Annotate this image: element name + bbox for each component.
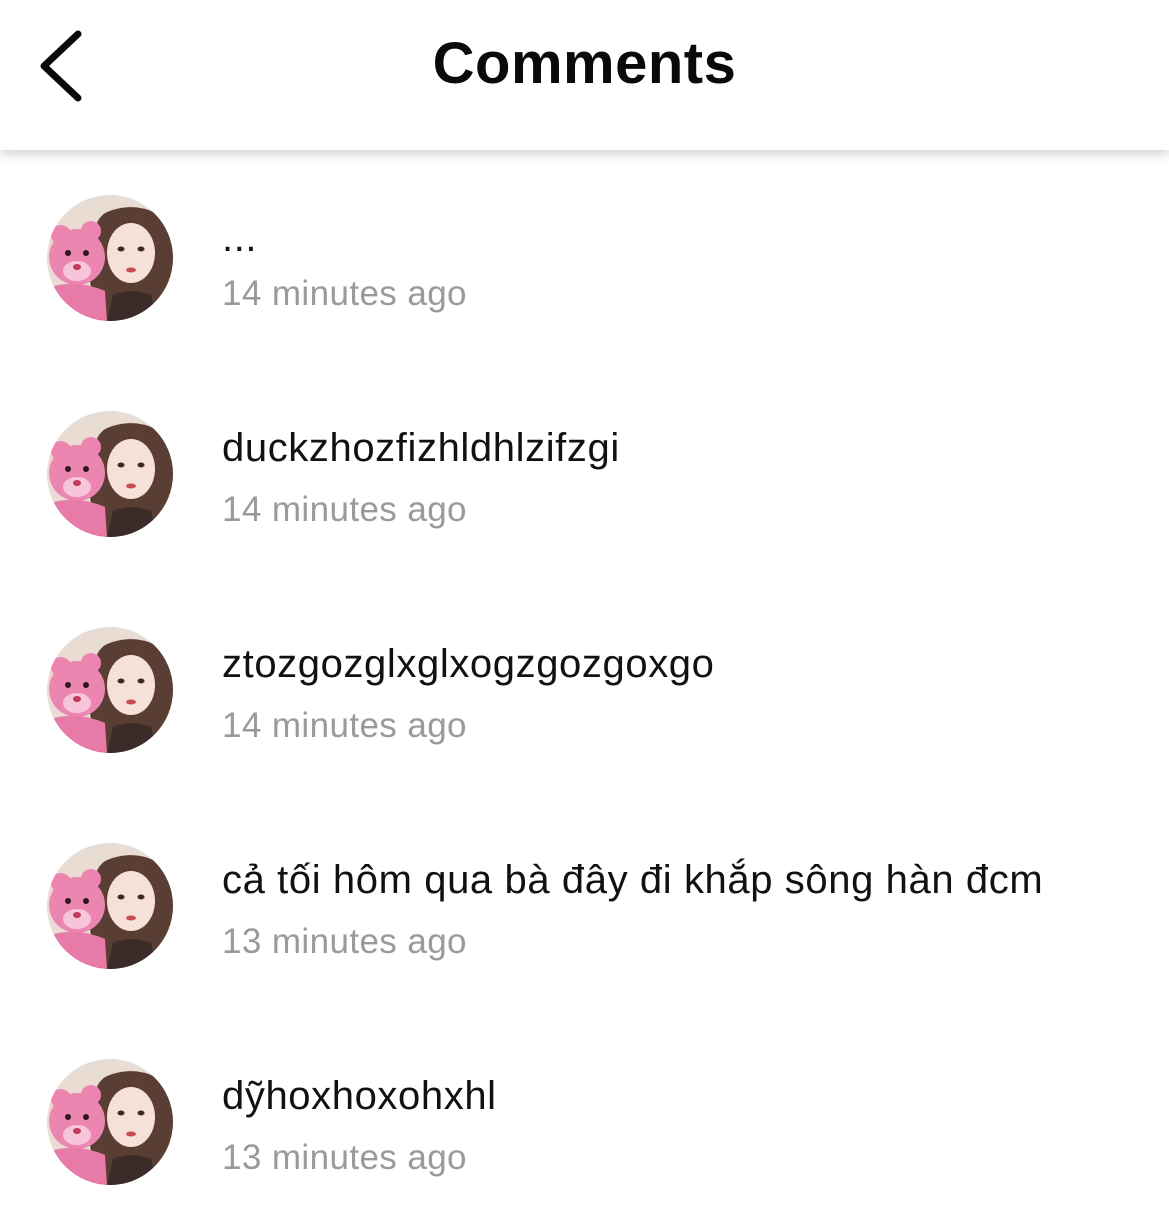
user-avatar[interactable] — [47, 411, 173, 537]
comment-timestamp: 14 minutes ago — [222, 274, 467, 313]
comment-item: cả tối hôm qua bà đây đi khắp sông hàn đ… — [0, 798, 1169, 1014]
comment-text: ... — [222, 216, 258, 260]
comment-item: ztozgozglxglxogzgozgoxgo 14 minutes ago — [0, 582, 1169, 798]
comment-timestamp: 13 minutes ago — [222, 922, 467, 961]
page-title: Comments — [432, 31, 737, 96]
comment-timestamp: 14 minutes ago — [222, 490, 467, 529]
user-avatar[interactable] — [47, 627, 173, 753]
user-avatar[interactable] — [47, 1059, 173, 1185]
comment-item: ... 14 minutes ago — [0, 150, 1169, 366]
comment-text: dỹhoxhoxohxhl — [222, 1074, 497, 1118]
comment-item: dỹhoxhoxohxhl 13 minutes ago — [0, 1014, 1169, 1230]
comment-text: cả tối hôm qua bà đây đi khắp sông hàn đ… — [222, 858, 1044, 902]
comment-item: duckzhozfizhldhlzifzgi 14 minutes ago — [0, 366, 1169, 582]
user-avatar[interactable] — [47, 195, 173, 321]
comment-text: ztozgozglxglxogzgozgoxgo — [222, 642, 715, 686]
comment-timestamp: 14 minutes ago — [222, 706, 467, 745]
top-bar: Comments — [0, 0, 1169, 150]
comment-text: duckzhozfizhldhlzifzgi — [222, 426, 620, 470]
comment-timestamp: 13 minutes ago — [222, 1138, 467, 1177]
user-avatar[interactable] — [47, 843, 173, 969]
